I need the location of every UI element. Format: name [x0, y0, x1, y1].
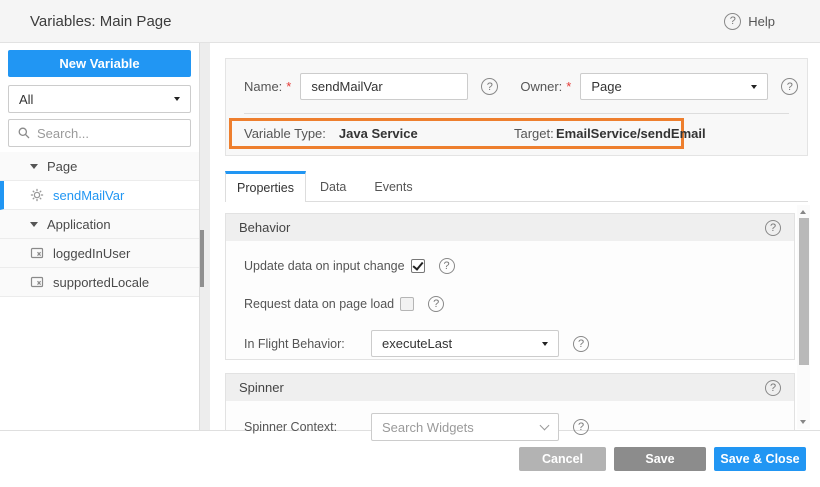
- tab-label: Data: [320, 180, 346, 194]
- new-variable-label: New Variable: [59, 56, 139, 71]
- caret-down-icon: [174, 97, 180, 101]
- search-box: [8, 119, 191, 147]
- tree-item-label: loggedInUser: [53, 246, 130, 261]
- update-data-label: Update data on input change: [244, 259, 405, 273]
- tree-item-label: sendMailVar: [53, 188, 124, 203]
- tree-group-application[interactable]: Application: [0, 210, 199, 239]
- properties-scrollbar-thumb[interactable]: [799, 218, 809, 365]
- owner-dropdown[interactable]: Page: [580, 73, 768, 100]
- request-data-checkbox[interactable]: [400, 297, 414, 311]
- request-data-help-icon[interactable]: ?: [428, 296, 444, 312]
- save-button[interactable]: Save: [614, 447, 706, 471]
- behavior-help-icon[interactable]: ?: [765, 220, 781, 236]
- variable-editor-panel: Name: * ? Owner: * Page ?: [210, 43, 820, 430]
- update-data-help-icon[interactable]: ?: [439, 258, 455, 274]
- search-input[interactable]: [37, 126, 187, 141]
- variable-filter-value: All: [19, 92, 33, 107]
- target-value: EmailService/sendEmail: [556, 126, 706, 141]
- tab-label: Properties: [237, 181, 294, 195]
- required-marker: *: [566, 79, 571, 94]
- variables-tree: Page sendMa: [0, 152, 199, 297]
- dialog-header: Variables: Main Page ? Help: [0, 0, 820, 43]
- spinner-context-label: Spinner Context:: [244, 420, 371, 434]
- spinner-context-placeholder: Search Widgets: [382, 420, 474, 435]
- spinner-context-help-icon[interactable]: ?: [573, 419, 589, 435]
- request-data-label: Request data on page load: [244, 297, 394, 311]
- properties-scrollbar-track[interactable]: [797, 205, 810, 429]
- inflight-behavior-dropdown[interactable]: executeLast: [371, 330, 559, 357]
- variable-type-highlight: Variable Type: Java Service Target: Emai…: [229, 118, 684, 149]
- tab-label: Events: [374, 180, 412, 194]
- tree-item-loggedinuser[interactable]: loggedInUser: [0, 239, 199, 268]
- tree-group-label: Application: [47, 217, 111, 232]
- collapse-triangle-icon: [30, 222, 38, 227]
- variables-sidebar: New Variable All Page: [0, 43, 200, 430]
- tree-item-sendmailvar[interactable]: sendMailVar: [0, 181, 199, 210]
- tree-group-label: Page: [47, 159, 77, 174]
- page-title: Variables: Main Page: [30, 13, 171, 30]
- spinner-help-icon[interactable]: ?: [765, 380, 781, 396]
- inflight-behavior-value: executeLast: [382, 336, 452, 351]
- name-field[interactable]: [300, 73, 468, 100]
- name-label: Name:: [244, 79, 282, 94]
- owner-value: Page: [591, 79, 621, 94]
- owner-label: Owner:: [520, 79, 562, 94]
- target-label: Target:: [514, 126, 554, 141]
- static-variable-icon: [30, 275, 44, 289]
- tab-properties[interactable]: Properties: [225, 171, 306, 202]
- tab-events[interactable]: Events: [360, 172, 426, 201]
- variable-type-value: Java Service: [339, 126, 418, 141]
- behavior-section: Behavior ? Update data on input change ?…: [225, 213, 795, 360]
- help-icon: ?: [724, 13, 741, 30]
- name-help-icon[interactable]: ?: [481, 78, 498, 95]
- collapse-triangle-icon: [30, 164, 38, 169]
- variables-dialog: Variables: Main Page ? Help New Variable…: [0, 0, 820, 487]
- inflight-help-icon[interactable]: ?: [573, 336, 589, 352]
- update-data-checkbox[interactable]: [411, 259, 425, 273]
- owner-help-icon[interactable]: ?: [781, 78, 798, 95]
- scroll-down-icon[interactable]: [800, 420, 806, 424]
- sidebar-scrollbar-track[interactable]: [200, 43, 210, 430]
- new-variable-button[interactable]: New Variable: [8, 50, 191, 77]
- caret-down-icon: [542, 342, 548, 346]
- tree-item-supportedlocale[interactable]: supportedLocale: [0, 268, 199, 297]
- chevron-down-icon: [540, 420, 550, 430]
- spinner-section: Spinner ? Spinner Context: Search Widget…: [225, 373, 795, 430]
- variable-type-label: Variable Type:: [244, 126, 326, 141]
- variable-filter-dropdown[interactable]: All: [8, 85, 191, 113]
- required-marker: *: [286, 79, 291, 94]
- tab-data[interactable]: Data: [306, 172, 360, 201]
- cancel-button[interactable]: Cancel: [519, 447, 606, 471]
- inflight-behavior-label: In Flight Behavior:: [244, 337, 371, 351]
- caret-down-icon: [751, 85, 757, 89]
- sidebar-scrollbar-thumb[interactable]: [200, 230, 204, 287]
- save-and-close-button[interactable]: Save & Close: [714, 447, 806, 471]
- behavior-section-title: Behavior: [239, 220, 290, 235]
- editor-tabs: Properties Data Events: [225, 172, 808, 202]
- help-link[interactable]: ? Help: [724, 13, 775, 30]
- tree-group-page[interactable]: Page: [0, 152, 199, 181]
- service-variable-icon: [30, 188, 44, 202]
- tree-item-label: supportedLocale: [53, 275, 149, 290]
- static-variable-icon: [30, 246, 44, 260]
- help-label: Help: [748, 14, 775, 29]
- spinner-context-dropdown[interactable]: Search Widgets: [371, 413, 559, 441]
- scroll-up-icon[interactable]: [800, 210, 806, 214]
- variable-summary-panel: Name: * ? Owner: * Page ?: [225, 58, 808, 156]
- spinner-section-title: Spinner: [239, 380, 284, 395]
- panel-divider: [244, 113, 789, 114]
- search-icon: [17, 126, 31, 140]
